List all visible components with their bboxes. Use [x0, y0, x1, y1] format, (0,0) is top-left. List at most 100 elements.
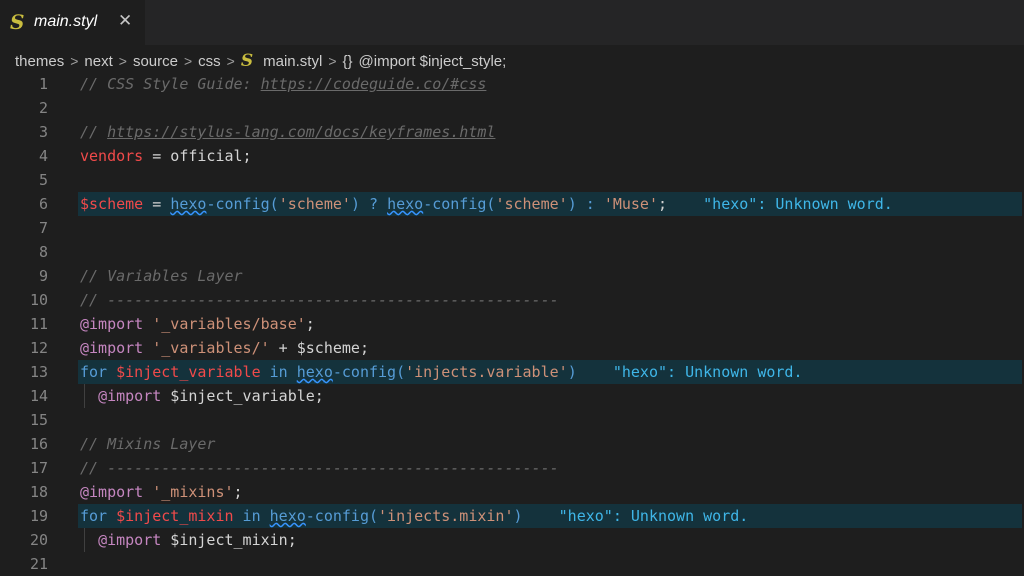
- code-line[interactable]: 14 @import $inject_variable;: [0, 384, 1024, 408]
- code-token: // CSS Style Guide:: [80, 75, 261, 93]
- code-line[interactable]: 4 vendors = official;: [0, 144, 1024, 168]
- code-text: // -------------------------------------…: [80, 288, 559, 312]
- code-token: $inject_mixin: [116, 507, 234, 525]
- code-token: '_variables/': [152, 339, 270, 357]
- tab-main-styl[interactable]: S main.styl ✕: [0, 0, 145, 45]
- code-token: ) :: [567, 195, 604, 213]
- code-line[interactable]: 7: [0, 216, 1024, 240]
- code-line[interactable]: 10 // -----------------------------------…: [0, 288, 1024, 312]
- code-token: -config(: [423, 195, 496, 213]
- code-line[interactable]: 15: [0, 408, 1024, 432]
- line-number: 10: [29, 291, 48, 309]
- line-number: 12: [29, 339, 48, 357]
- line-number: 3: [38, 123, 48, 141]
- code-line[interactable]: 18 @import '_mixins';: [0, 480, 1024, 504]
- line-number: 11: [29, 315, 48, 333]
- code-token: // -------------------------------------…: [80, 459, 559, 477]
- code-text: // Variables Layer: [80, 264, 243, 288]
- stylus-file-icon: S: [10, 10, 25, 34]
- code-line[interactable]: 12 @import '_variables/' + $scheme;: [0, 336, 1024, 360]
- code-token: 'scheme': [495, 195, 568, 213]
- code-line[interactable]: 20 @import $inject_mixin;: [0, 528, 1024, 552]
- code-token: -config(: [206, 195, 279, 213]
- line-number: 21: [29, 555, 48, 573]
- tab-label: main.styl: [34, 13, 98, 30]
- code-token: ;: [658, 195, 668, 213]
- line-number: 17: [29, 459, 48, 477]
- line-number: 19: [29, 507, 48, 525]
- code-token: ;: [305, 315, 315, 333]
- code-text: $scheme = hexo-config('scheme') ? hexo-c…: [80, 192, 893, 216]
- code-token: hexo: [269, 507, 306, 525]
- line-number: 5: [38, 171, 48, 189]
- code-token: hexo: [170, 195, 207, 213]
- code-line[interactable]: 6 $scheme = hexo-config('scheme') ? hexo-…: [0, 192, 1024, 216]
- code-text: @import '_variables/' + $scheme;: [80, 336, 369, 360]
- code-line[interactable]: 17 // -----------------------------------…: [0, 456, 1024, 480]
- code-token: $inject_variable: [116, 363, 261, 381]
- line-number: 8: [38, 243, 48, 261]
- code-token: ;: [233, 483, 243, 501]
- code-text: for $inject_variable in hexo-config('inj…: [80, 360, 803, 384]
- code-text: // -------------------------------------…: [80, 456, 559, 480]
- code-token: in: [260, 363, 297, 381]
- diagnostic-message: "hexo": Unknown word.: [667, 195, 893, 213]
- line-number: 20: [29, 531, 48, 549]
- line-number: 4: [38, 147, 48, 165]
- close-icon[interactable]: ✕: [118, 11, 132, 31]
- code-token: hexo: [296, 363, 333, 381]
- code-token: vendors: [80, 147, 144, 165]
- code-token: @import: [80, 315, 144, 333]
- diagnostic-message: "hexo": Unknown word.: [576, 363, 803, 381]
- line-number: 16: [29, 435, 48, 453]
- breadcrumb-file[interactable]: main.styl: [263, 53, 322, 70]
- symbol-braces-icon: {}: [342, 52, 353, 70]
- code-token: $inject_variable;: [161, 387, 324, 405]
- code-token: for: [80, 363, 108, 381]
- chevron-right-icon: >: [118, 53, 127, 69]
- code-line[interactable]: 5: [0, 168, 1024, 192]
- code-token: 'injects.variable': [405, 363, 568, 381]
- breadcrumb-item[interactable]: themes: [15, 53, 64, 70]
- code-line[interactable]: 19 for $inject_mixin in hexo-config('inje…: [0, 504, 1024, 528]
- breadcrumb-item[interactable]: next: [84, 53, 112, 70]
- code-line[interactable]: 21: [0, 552, 1024, 576]
- code-text: // https://stylus-lang.com/docs/keyframe…: [80, 120, 495, 144]
- breadcrumb: themes > next > source > css > S main.st…: [0, 45, 1024, 75]
- code-token: hexo: [387, 195, 424, 213]
- code-token: 'scheme': [278, 195, 351, 213]
- code-text: @import '_mixins';: [80, 480, 243, 504]
- code-line[interactable]: 16 // Mixins Layer: [0, 432, 1024, 456]
- code-text: for $inject_mixin in hexo-config('inject…: [80, 504, 748, 528]
- breadcrumb-item[interactable]: css: [198, 53, 221, 70]
- code-token: for: [80, 507, 108, 525]
- code-line[interactable]: 8: [0, 240, 1024, 264]
- line-number: 1: [38, 75, 48, 93]
- chevron-right-icon: >: [226, 53, 235, 69]
- code-token: $scheme: [80, 195, 144, 213]
- code-token: ): [567, 363, 577, 381]
- code-token: '_mixins': [152, 483, 234, 501]
- code-line[interactable]: 9 // Variables Layer: [0, 264, 1024, 288]
- code-token: + $scheme;: [269, 339, 369, 357]
- code-token: '_variables/base': [152, 315, 306, 333]
- code-token: // Mixins Layer: [80, 435, 216, 453]
- stylus-file-icon: S: [240, 51, 254, 71]
- code-line[interactable]: 1 // CSS Style Guide: https://codeguide.c…: [0, 72, 1024, 96]
- code-token: @import: [98, 531, 162, 549]
- code-token: https://stylus-lang.com/docs/keyframes.h…: [107, 123, 496, 141]
- breadcrumb-item[interactable]: source: [133, 53, 178, 70]
- code-line[interactable]: 3 // https://stylus-lang.com/docs/keyfram…: [0, 120, 1024, 144]
- code-editor[interactable]: 1 // CSS Style Guide: https://codeguide.c…: [0, 72, 1024, 573]
- line-number: 9: [38, 267, 48, 285]
- breadcrumb-symbol[interactable]: @import $inject_style;: [359, 53, 507, 70]
- code-line[interactable]: 2: [0, 96, 1024, 120]
- code-line[interactable]: 13 for $inject_variable in hexo-config('i…: [0, 360, 1024, 384]
- code-line[interactable]: 11 @import '_variables/base';: [0, 312, 1024, 336]
- line-number: 15: [29, 411, 48, 429]
- code-token: https://codeguide.co/#css: [260, 75, 487, 93]
